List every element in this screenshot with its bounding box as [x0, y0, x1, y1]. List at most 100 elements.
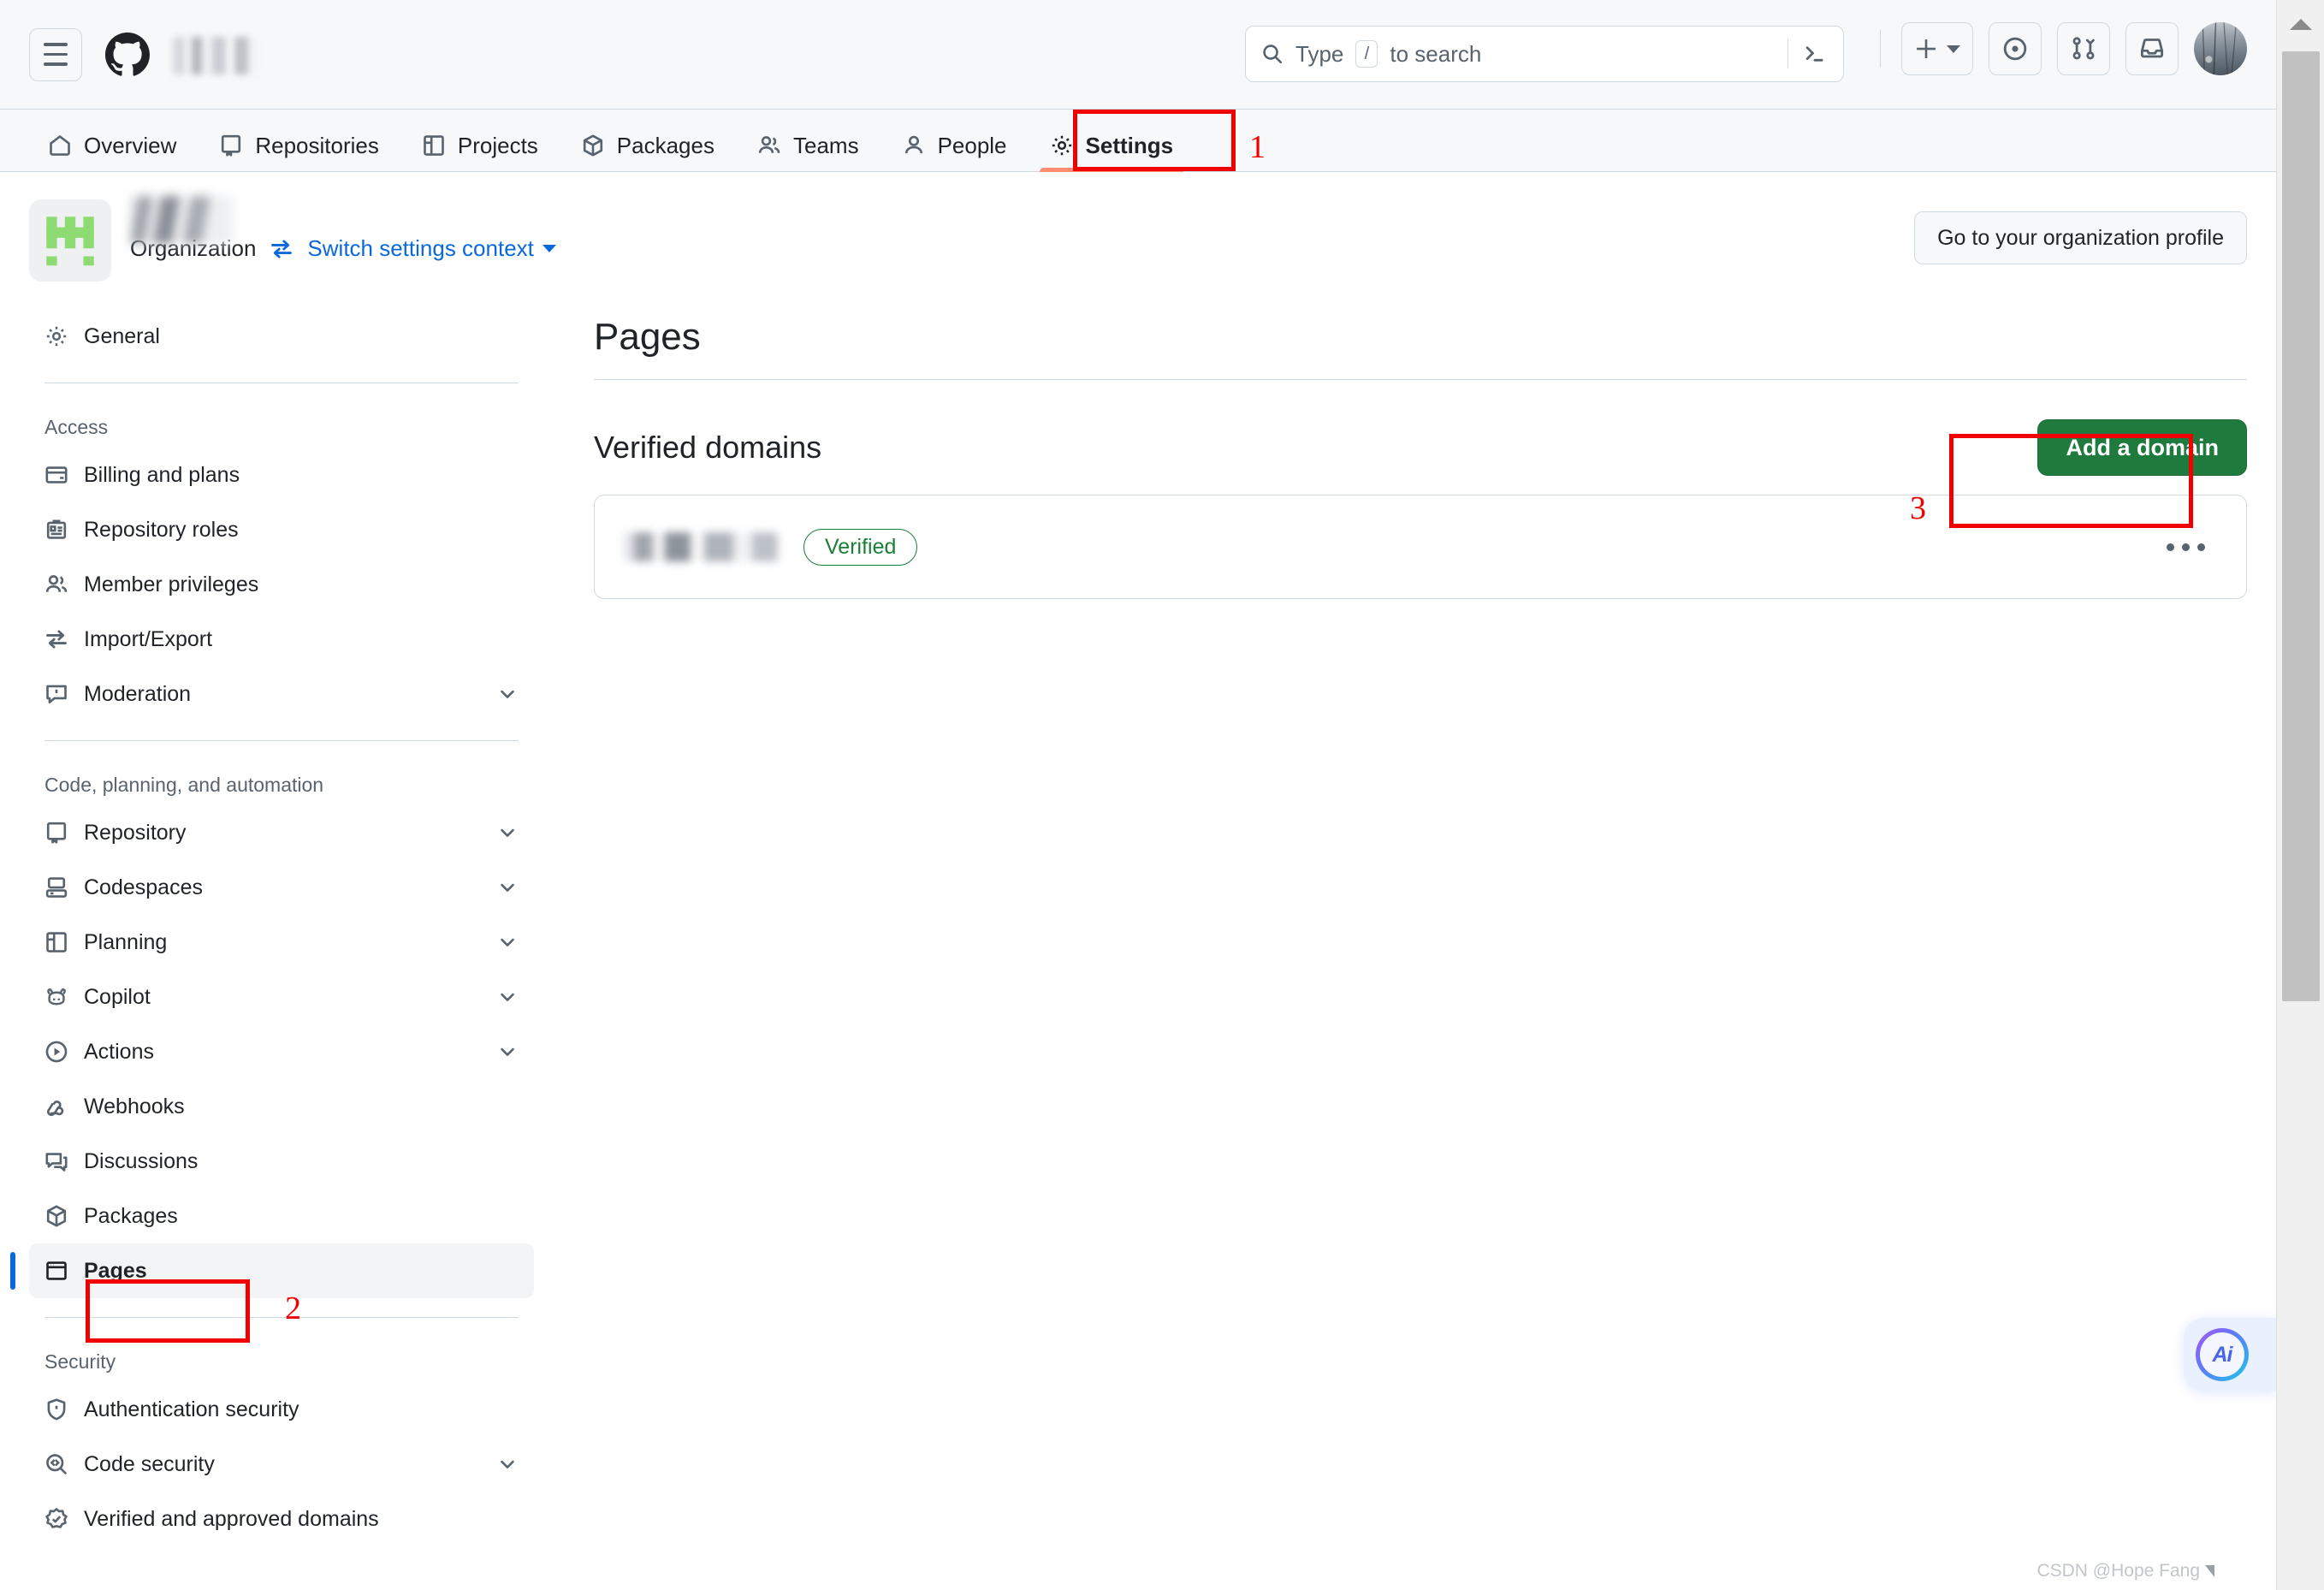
- sidebar-item-label: Actions: [84, 1039, 154, 1064]
- chevron-down-icon: [501, 993, 514, 1001]
- create-new-button[interactable]: [1901, 22, 1973, 75]
- copilot-icon: [47, 988, 66, 1006]
- verified-domains-section-header: Verified domains Add a domain: [594, 419, 2247, 495]
- issues-button[interactable]: [1989, 22, 2042, 75]
- section-title: Verified domains: [594, 430, 822, 465]
- watermark: CSDN @Hope Fang: [2036, 1561, 2214, 1581]
- sidebar-item-label: Packages: [84, 1203, 178, 1228]
- home-icon: [50, 135, 70, 156]
- sidebar-item-code-security[interactable]: Code security: [29, 1437, 534, 1492]
- sidebar-item-member-privileges[interactable]: Member privileges: [29, 557, 534, 612]
- switch-settings-context-link[interactable]: Switch settings context: [307, 235, 556, 262]
- global-header: Type / to search: [0, 0, 2276, 110]
- sidebar-item-label: Verified and approved domains: [84, 1506, 379, 1531]
- people-icon: [45, 575, 68, 592]
- github-org-settings-pages-page: Type / to search Overview Repositories P…: [0, 0, 2324, 1590]
- sidebar-item-billing-and-plans[interactable]: Billing and plans: [29, 448, 534, 502]
- go-to-organization-profile-button[interactable]: Go to your organization profile: [1914, 211, 2247, 264]
- arrow-switch-icon: [46, 630, 67, 649]
- scrollbar-thumb[interactable]: [2282, 51, 2320, 1001]
- chevron-down-icon: [1947, 44, 1960, 53]
- github-logo-icon[interactable]: [101, 28, 154, 81]
- search-placeholder-suffix: to search: [1390, 40, 1482, 67]
- project-icon: [424, 135, 444, 156]
- org-name-blurred: [130, 196, 233, 244]
- header-divider: [1880, 30, 1881, 68]
- sidebar-item-pages[interactable]: Pages: [10, 1243, 534, 1298]
- sidebar-item-import-export[interactable]: Import/Export: [29, 612, 534, 667]
- browser-viewport: Type / to search Overview Repositories P…: [0, 0, 2276, 1590]
- sidebar-item-webhooks[interactable]: Webhooks: [29, 1079, 534, 1134]
- comment-discussion-icon: [45, 1153, 68, 1172]
- plus-icon: [1917, 39, 1936, 58]
- gear-icon: [1052, 135, 1071, 156]
- codescan-icon: [46, 1454, 67, 1474]
- hamburger-menu-icon[interactable]: [29, 27, 82, 81]
- sidebar-item-moderation[interactable]: Moderation: [29, 667, 534, 721]
- command-palette-icon: [1805, 46, 1823, 62]
- webhook-icon: [46, 1101, 64, 1117]
- annotation-number-1: 1: [1249, 129, 1266, 165]
- issue-opened-icon: [2003, 37, 2027, 61]
- tab-repositories[interactable]: Repositories: [200, 120, 398, 171]
- sidebar-item-label: Repository roles: [84, 517, 239, 542]
- sidebar-item-repository[interactable]: Repository: [29, 805, 534, 860]
- verified-icon: [45, 1508, 68, 1528]
- tab-settings[interactable]: Settings: [1031, 120, 1193, 172]
- search-placeholder-prefix: Type: [1295, 40, 1344, 67]
- tab-people[interactable]: People: [883, 120, 1026, 171]
- sidebar-item-label: Import/Export: [84, 626, 213, 651]
- gear-icon: [46, 326, 67, 347]
- chevron-down-icon: [501, 1047, 514, 1056]
- sidebar-item-repository-roles[interactable]: Repository roles: [29, 502, 534, 557]
- notifications-button[interactable]: [2125, 22, 2179, 75]
- sidebar-item-verified-and-approved-domains[interactable]: Verified and approved domains: [29, 1492, 534, 1546]
- ai-assistant-widget[interactable]: Ai: [2184, 1318, 2276, 1391]
- browser-icon: [46, 1261, 67, 1280]
- sidebar-item-actions[interactable]: Actions: [29, 1024, 534, 1079]
- tab-teams[interactable]: Teams: [738, 120, 878, 171]
- pull-requests-button[interactable]: [2057, 22, 2110, 75]
- settings-body: General Access Billing and plans Reposit…: [0, 309, 2276, 1546]
- git-pull-request-icon: [2072, 37, 2095, 60]
- sidebar-item-label: Billing and plans: [84, 462, 240, 487]
- sidebar-group-title-code-planning-automation: Code, planning, and automation: [44, 774, 324, 796]
- tab-label: People: [937, 132, 1007, 158]
- sidebar-item-label: Copilot: [84, 984, 151, 1009]
- sidebar-item-label: Webhooks: [84, 1094, 185, 1118]
- sidebar-item-packages[interactable]: Packages: [29, 1189, 534, 1243]
- organization-avatar[interactable]: [29, 199, 111, 282]
- header-org-name-blurred[interactable]: [173, 36, 257, 74]
- sidebar-item-label: Member privileges: [84, 572, 259, 596]
- chevron-down-icon: [501, 690, 514, 698]
- user-avatar[interactable]: [2194, 22, 2247, 75]
- tab-projects[interactable]: Projects: [403, 120, 557, 171]
- package-icon: [583, 134, 602, 157]
- browser-scrollbar[interactable]: [2276, 0, 2324, 1590]
- search-input[interactable]: Type / to search: [1245, 26, 1844, 82]
- annotation-number-3: 3: [1910, 490, 1926, 526]
- annotation-number-2: 2: [285, 1290, 301, 1326]
- verified-domains-card: Verified: [594, 495, 2247, 599]
- scroll-up-arrow-icon[interactable]: [2277, 0, 2324, 48]
- codespaces-icon: [45, 877, 68, 898]
- sidebar-item-discussions[interactable]: Discussions: [29, 1134, 534, 1189]
- tab-packages[interactable]: Packages: [562, 120, 733, 171]
- domain-name-blurred: [624, 532, 778, 561]
- chevron-down-icon: [501, 1460, 514, 1468]
- kebab-horizontal-icon[interactable]: [2155, 531, 2217, 563]
- credit-card-icon: [45, 466, 68, 484]
- add-a-domain-button[interactable]: Add a domain: [2037, 419, 2247, 476]
- tab-label: Settings: [1085, 132, 1174, 158]
- sidebar-item-general[interactable]: General: [29, 309, 534, 364]
- sidebar-item-copilot[interactable]: Copilot: [29, 970, 534, 1024]
- chevron-down-icon: [501, 938, 514, 946]
- tab-overview[interactable]: Overview: [29, 120, 195, 171]
- tab-label: Overview: [84, 132, 177, 158]
- search-icon: [1263, 44, 1283, 64]
- inbox-icon: [2140, 39, 2164, 58]
- sidebar-item-planning[interactable]: Planning: [29, 915, 534, 970]
- sidebar-item-codespaces[interactable]: Codespaces: [29, 860, 534, 915]
- sidebar-item-authentication-security[interactable]: Authentication security: [29, 1382, 534, 1437]
- watermark-text: CSDN @Hope Fang: [2036, 1561, 2200, 1581]
